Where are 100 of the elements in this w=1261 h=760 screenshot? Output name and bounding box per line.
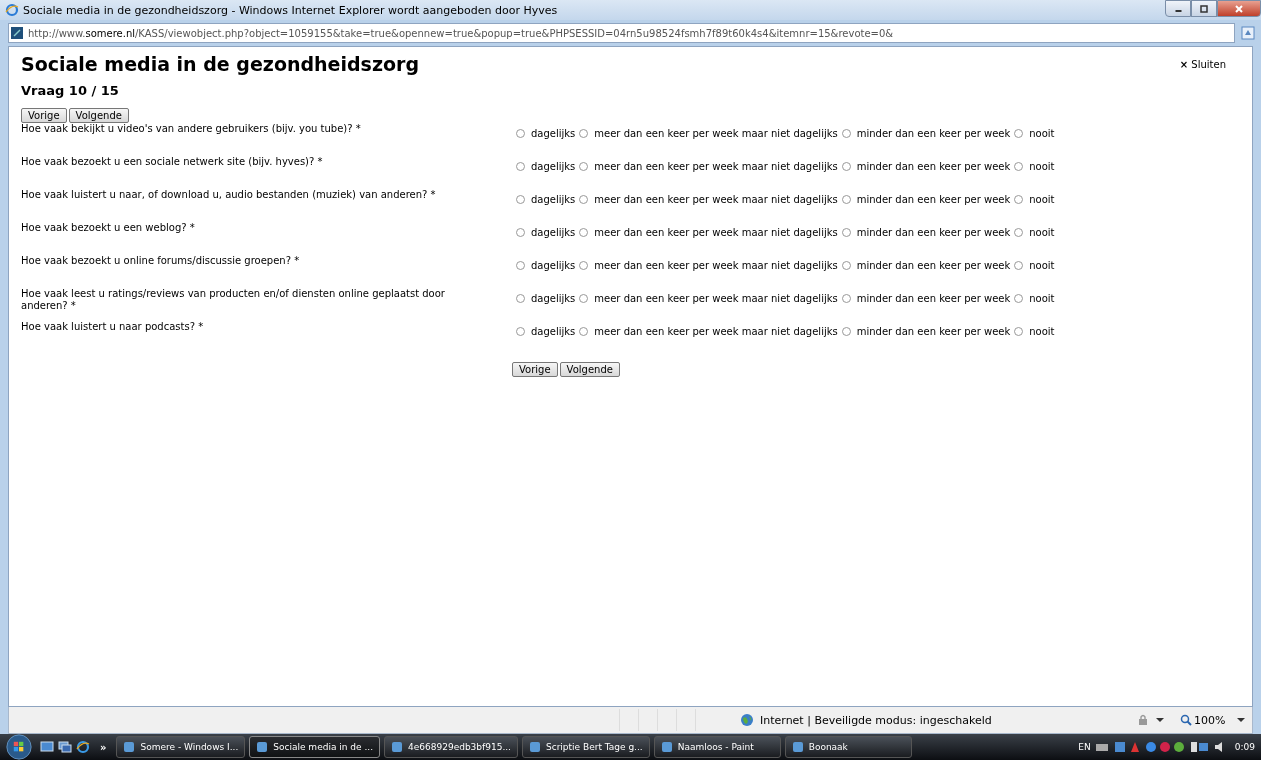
address-field[interactable]: http://www.somere.nl/KASS/viewobject.php?object=1059155&take=true&opennew=true&popup=true&PHPSESSID=04rn5u98524fsmh7f89t60k4s4&itemnr=15&revote=0& bbox=[8, 23, 1235, 43]
window-switch-icon[interactable] bbox=[58, 740, 72, 754]
taskbar-button[interactable]: Scriptie Bert Tage g... bbox=[521, 736, 650, 758]
security-zone-text: Internet | Beveiligde modus: ingeschakeld bbox=[760, 713, 993, 727]
language-indicator[interactable]: EN bbox=[1078, 742, 1091, 752]
next-button[interactable]: Volgende bbox=[559, 362, 620, 377]
app-icon bbox=[122, 740, 137, 754]
radio-button[interactable] bbox=[841, 326, 851, 336]
start-button[interactable] bbox=[6, 734, 32, 760]
option-label: dagelijks bbox=[531, 193, 576, 205]
option-label: meer dan een keer per week maar niet dagelijks bbox=[594, 127, 838, 139]
radio-button[interactable] bbox=[841, 260, 851, 270]
browser-icon bbox=[5, 3, 19, 17]
radio-button[interactable] bbox=[1014, 293, 1024, 303]
window-title: Sociale media in de gezondheidszorg - Windows Internet Explorer wordt aangeboden door Hyves bbox=[23, 3, 559, 17]
option-label: meer dan een keer per week maar niet dagelijks bbox=[594, 160, 838, 172]
radio-button[interactable] bbox=[579, 227, 589, 237]
radio-button[interactable] bbox=[516, 227, 525, 237]
caret-icon[interactable] bbox=[1156, 718, 1164, 722]
close-button[interactable] bbox=[1217, 0, 1261, 17]
option-label: minder dan een keer per week bbox=[856, 325, 1011, 337]
option-label: nooit bbox=[1029, 325, 1055, 337]
taskbar-button[interactable]: Somere - Windows I... bbox=[116, 736, 246, 758]
radio-button[interactable] bbox=[841, 293, 851, 303]
radio-button[interactable] bbox=[841, 227, 851, 237]
option-label: dagelijks bbox=[531, 127, 576, 139]
radio-button[interactable] bbox=[579, 161, 589, 171]
question-counter: Vraag 10 / 15 bbox=[21, 83, 120, 98]
close-icon bbox=[1234, 3, 1244, 14]
radio-button[interactable] bbox=[841, 194, 851, 204]
radio-button[interactable] bbox=[579, 293, 589, 303]
taskbar-button[interactable]: 4e668929edb3bf915... bbox=[384, 736, 518, 758]
option-label: meer dan een keer per week maar niet dagelijks bbox=[594, 226, 838, 238]
radio-button[interactable] bbox=[579, 326, 589, 336]
maximize-button[interactable] bbox=[1191, 0, 1217, 17]
radio-button[interactable] bbox=[516, 260, 525, 270]
globe-icon bbox=[740, 713, 754, 727]
option-label: nooit bbox=[1029, 160, 1055, 172]
radio-button[interactable] bbox=[841, 128, 851, 138]
radio-button[interactable] bbox=[579, 128, 589, 138]
option-label: dagelijks bbox=[531, 226, 576, 238]
radio-button[interactable] bbox=[841, 161, 851, 171]
radio-button[interactable] bbox=[579, 194, 589, 204]
option-label: dagelijks bbox=[531, 325, 576, 337]
maximize-icon bbox=[1199, 3, 1209, 14]
previous-button[interactable]: Vorige bbox=[512, 362, 558, 377]
radio-button[interactable] bbox=[516, 161, 525, 171]
radio-button[interactable] bbox=[516, 293, 525, 303]
question-text: Hoe vaak bezoekt u een sociale netwerk site (bijv. hyves)? * bbox=[21, 156, 324, 169]
question-text: Hoe vaak bezoekt u een weblog? * bbox=[21, 222, 196, 235]
question-text: Hoe vaak bekijkt u video's van andere gebruikers (bijv. you tube)? * bbox=[21, 123, 362, 136]
browser-icon[interactable] bbox=[76, 740, 90, 754]
radio-button[interactable] bbox=[1014, 194, 1024, 204]
option-label: minder dan een keer per week bbox=[856, 193, 1011, 205]
option-label: meer dan een keer per week maar niet dagelijks bbox=[594, 259, 838, 271]
radio-button[interactable] bbox=[516, 326, 525, 336]
option-label: nooit bbox=[1029, 292, 1055, 304]
radio-button[interactable] bbox=[1014, 326, 1024, 336]
radio-button[interactable] bbox=[1014, 128, 1024, 138]
option-label: nooit bbox=[1029, 259, 1055, 271]
option-label: minder dan een keer per week bbox=[856, 127, 1011, 139]
option-label: meer dan een keer per week maar niet dagelijks bbox=[594, 193, 838, 205]
radio-button[interactable] bbox=[1014, 227, 1024, 237]
zoom-control[interactable]: 100% bbox=[1180, 713, 1226, 727]
question-text: Hoe vaak bezoekt u online forums/discussie groepen? * bbox=[21, 255, 301, 268]
option-label: dagelijks bbox=[531, 160, 576, 172]
taskbar-button[interactable]: Sociale media in de ... bbox=[249, 736, 380, 758]
close-link[interactable]: × Sluiten bbox=[1179, 59, 1226, 70]
compatibility-icon[interactable] bbox=[1241, 26, 1255, 40]
taskbar-button[interactable]: Naamloos - Paint bbox=[653, 736, 781, 758]
option-label: dagelijks bbox=[531, 292, 576, 304]
app-icon bbox=[790, 740, 805, 754]
app-icon bbox=[390, 740, 404, 754]
radio-button[interactable] bbox=[516, 128, 525, 138]
caret-icon[interactable] bbox=[1237, 718, 1246, 722]
question-text: Hoe vaak luistert u naar, of download u, audio bestanden (muziek) van anderen? * bbox=[21, 189, 437, 202]
tray-icons-drawing[interactable] bbox=[1112, 740, 1209, 754]
app-icon bbox=[659, 740, 674, 754]
radio-button[interactable] bbox=[1014, 161, 1024, 171]
question-text: Hoe vaak leest u ratings/reviews van producten en/of diensten online geplaatst door anderen? * bbox=[21, 288, 446, 313]
option-label: minder dan een keer per week bbox=[856, 226, 1011, 238]
option-label: minder dan een keer per week bbox=[856, 160, 1011, 172]
option-label: meer dan een keer per week maar niet dagelijks bbox=[594, 325, 838, 337]
option-label: nooit bbox=[1029, 127, 1055, 139]
desktop-icon[interactable] bbox=[40, 740, 54, 754]
lock-icon[interactable] bbox=[1136, 714, 1150, 726]
app-icon bbox=[255, 740, 270, 754]
next-button[interactable]: Volgende bbox=[68, 108, 129, 123]
minimize-button[interactable] bbox=[1165, 0, 1191, 17]
radio-button[interactable] bbox=[516, 194, 525, 204]
page-title: Sociale media in de gezondheidszorg bbox=[21, 53, 419, 75]
more-button[interactable]: » bbox=[100, 741, 107, 753]
previous-button[interactable]: Vorige bbox=[21, 108, 67, 123]
app-icon bbox=[527, 740, 542, 754]
radio-button[interactable] bbox=[579, 260, 589, 270]
radio-button[interactable] bbox=[1014, 260, 1024, 270]
question-text: Hoe vaak luistert u naar podcasts? * bbox=[21, 321, 205, 334]
taskbar-button[interactable]: Boonaak bbox=[784, 736, 912, 758]
clock[interactable]: 0:09 bbox=[1234, 742, 1255, 752]
option-label: minder dan een keer per week bbox=[856, 259, 1011, 271]
